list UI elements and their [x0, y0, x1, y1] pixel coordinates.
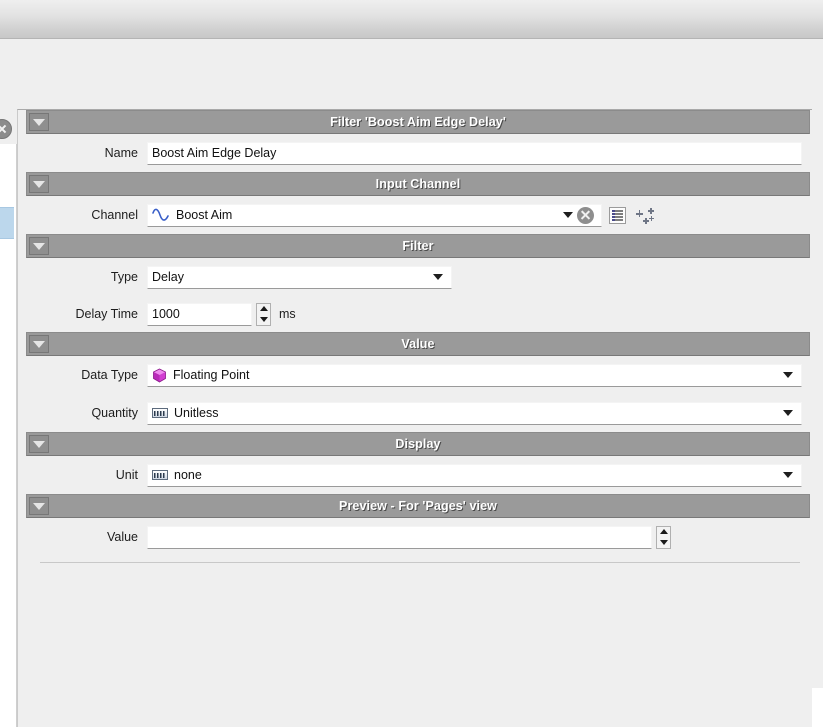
- chevron-down-icon[interactable]: [783, 410, 793, 416]
- stepper-up-icon[interactable]: [257, 304, 270, 315]
- section-header-value[interactable]: Value: [26, 332, 810, 356]
- adjacent-panel-selected-item[interactable]: [0, 207, 14, 239]
- data-type-label: Data Type: [27, 368, 147, 382]
- channel-combobox[interactable]: Boost Aim: [147, 204, 602, 227]
- quantity-label: Quantity: [27, 406, 147, 420]
- section-header-filter[interactable]: Filter: [26, 234, 810, 258]
- unit-value: none: [174, 468, 202, 482]
- filter-type-value: Delay: [152, 270, 184, 284]
- stepper-down-icon[interactable]: [257, 314, 270, 325]
- channel-label: Channel: [27, 208, 147, 222]
- unit-combobox[interactable]: none: [147, 464, 802, 487]
- chevron-down-icon[interactable]: [29, 497, 49, 515]
- purple-cube-icon: [152, 368, 167, 383]
- section-divider: [40, 562, 800, 563]
- row-name: Name Boost Aim Edge Delay: [18, 134, 812, 172]
- chevron-down-icon[interactable]: [29, 113, 49, 131]
- chevron-down-icon[interactable]: [29, 435, 49, 453]
- delay-time-value: 1000: [152, 307, 180, 321]
- section-title: Preview - For 'Pages' view: [339, 499, 497, 513]
- quantity-combobox[interactable]: Unitless: [147, 402, 802, 425]
- close-circle-icon[interactable]: [0, 119, 12, 139]
- preview-value-input[interactable]: [147, 526, 652, 549]
- data-type-combobox[interactable]: Floating Point: [147, 364, 802, 387]
- application-toolbar-strip: [0, 0, 823, 39]
- filter-properties-panel: Filter 'Boost Aim Edge Delay' Name Boost…: [17, 109, 812, 727]
- chevron-down-icon[interactable]: [783, 472, 793, 478]
- channel-list-icon[interactable]: [609, 207, 626, 224]
- workspace-area: Filter 'Boost Aim Edge Delay' Name Boost…: [0, 39, 823, 688]
- chevron-down-icon[interactable]: [783, 372, 793, 378]
- unit-label: Unit: [27, 468, 147, 482]
- section-header-display[interactable]: Display: [26, 432, 810, 456]
- channel-value: Boost Aim: [176, 208, 232, 222]
- row-delay-time: Delay Time 1000 ms: [18, 296, 812, 332]
- row-unit: Unit none: [18, 456, 812, 494]
- stepper-up-icon[interactable]: [657, 527, 670, 538]
- name-label: Name: [27, 146, 147, 160]
- section-title: Input Channel: [376, 177, 461, 191]
- row-filter-type: Type Delay: [18, 258, 812, 296]
- row-data-type: Data Type Floating Point: [18, 356, 812, 394]
- row-channel: Channel Boost Aim: [18, 196, 812, 234]
- section-title: Filter 'Boost Aim Edge Delay': [330, 115, 506, 129]
- delay-time-stepper[interactable]: [256, 303, 271, 326]
- preview-value-stepper[interactable]: [656, 526, 671, 549]
- delay-time-unit-label: ms: [279, 307, 296, 321]
- delay-time-label: Delay Time: [27, 307, 147, 321]
- row-preview-value: Value: [18, 518, 812, 556]
- section-title: Display: [395, 437, 440, 451]
- preview-value-label: Value: [27, 530, 147, 544]
- chevron-down-icon[interactable]: [433, 274, 443, 280]
- section-title: Value: [401, 337, 434, 351]
- delay-time-input[interactable]: 1000: [147, 303, 252, 326]
- quantity-value: Unitless: [174, 406, 218, 420]
- filter-type-label: Type: [27, 270, 147, 284]
- stepper-down-icon[interactable]: [657, 537, 670, 548]
- section-title: Filter: [402, 239, 433, 253]
- chevron-down-icon[interactable]: [563, 212, 573, 218]
- data-type-value: Floating Point: [173, 368, 249, 382]
- chevron-down-icon[interactable]: [29, 335, 49, 353]
- sine-wave-icon: [152, 208, 170, 222]
- name-input-value: Boost Aim Edge Delay: [152, 146, 276, 160]
- row-quantity: Quantity Unitless: [18, 394, 812, 432]
- ruler-icon: [152, 408, 168, 418]
- section-header-filter-title[interactable]: Filter 'Boost Aim Edge Delay': [26, 110, 810, 134]
- ruler-icon: [152, 470, 168, 480]
- chevron-down-icon[interactable]: [29, 237, 49, 255]
- section-header-preview[interactable]: Preview - For 'Pages' view: [26, 494, 810, 518]
- chevron-down-icon[interactable]: [29, 175, 49, 193]
- section-header-input-channel[interactable]: Input Channel: [26, 172, 810, 196]
- clear-circle-x-icon[interactable]: [577, 207, 594, 224]
- auto-detect-sparkle-icon[interactable]: [635, 206, 657, 224]
- name-input[interactable]: Boost Aim Edge Delay: [147, 142, 802, 165]
- filter-type-combobox[interactable]: Delay: [147, 266, 452, 289]
